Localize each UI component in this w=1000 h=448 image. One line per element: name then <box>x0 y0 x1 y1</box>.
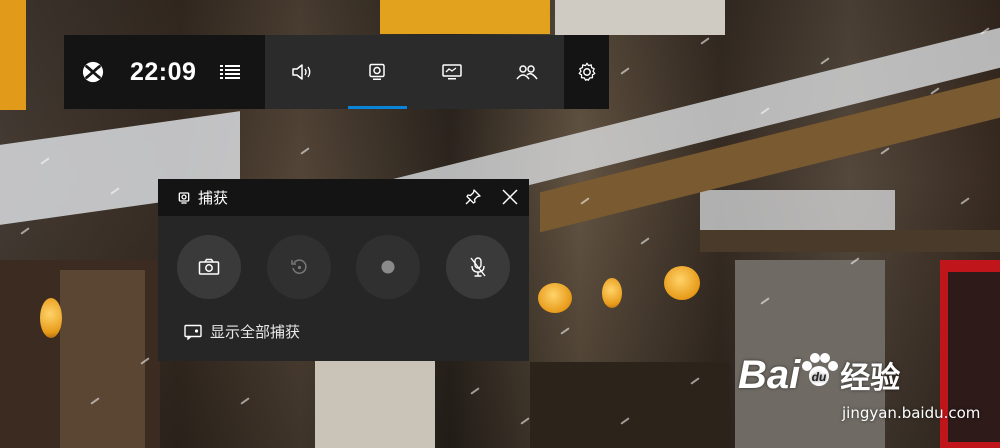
show-all-captures-link[interactable]: 显示全部捕获 <box>184 321 300 342</box>
social-icon <box>516 65 538 80</box>
audio-widget-button[interactable] <box>265 35 340 109</box>
home-segment: 22:09 <box>64 35 265 109</box>
settings-button[interactable] <box>564 35 609 109</box>
show-all-captures-label: 显示全部捕获 <box>210 323 301 341</box>
watermark-brand-suffix: 经验 <box>840 362 901 395</box>
capture-widget: 捕获 显示全部捕获 <box>158 179 529 361</box>
record-button[interactable] <box>356 235 420 299</box>
paw-icon: du <box>800 352 840 398</box>
mic-off-icon <box>470 257 486 277</box>
capture-widget-title: 捕获 <box>198 189 229 207</box>
capture-widget-header[interactable]: 捕获 <box>158 179 529 216</box>
capture-actions <box>158 216 529 316</box>
record-last-button[interactable] <box>267 235 331 299</box>
watermark-brand: Bai <box>738 353 801 397</box>
gear-icon <box>578 62 595 81</box>
camera-icon <box>198 258 220 275</box>
screenshot-button[interactable] <box>177 235 241 299</box>
record-dot-icon <box>381 260 395 274</box>
close-icon[interactable] <box>501 188 519 206</box>
social-widget-button[interactable] <box>489 35 564 109</box>
pin-icon[interactable] <box>464 188 482 206</box>
xbox-icon[interactable] <box>82 61 104 83</box>
clock: 22:09 <box>130 57 197 86</box>
capture-widget-button[interactable] <box>340 35 415 109</box>
game-bar: 22:09 <box>64 35 609 109</box>
capture-icon <box>369 63 385 80</box>
widget-menu <box>265 35 564 109</box>
performance-widget-button[interactable] <box>415 35 490 109</box>
baidu-watermark-logo: Bai du 经验 <box>738 352 900 398</box>
replay-icon <box>291 259 307 274</box>
watermark-url: jingyan.baidu.com <box>842 404 981 422</box>
performance-icon <box>442 64 462 80</box>
menu-icon[interactable] <box>220 65 241 79</box>
microphone-toggle-button[interactable] <box>446 235 510 299</box>
gallery-icon <box>184 324 202 340</box>
svg-text:du: du <box>812 370 827 384</box>
audio-icon <box>292 64 311 80</box>
capture-icon <box>178 191 190 204</box>
